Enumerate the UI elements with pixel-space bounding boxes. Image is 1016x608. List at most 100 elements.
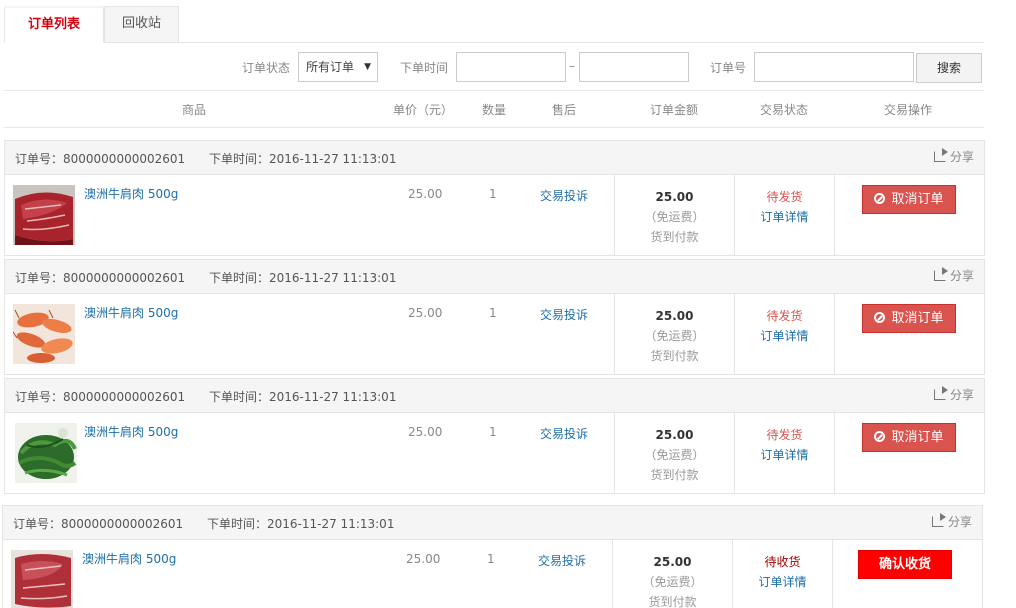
cancel-order-label: 取消订单 xyxy=(891,311,944,326)
complaint-link[interactable]: 交易投诉 xyxy=(538,552,586,569)
ban-icon xyxy=(874,193,886,204)
order-header: 订单号：8000000000002601 下单时间：2016-11-27 11:… xyxy=(3,506,982,540)
cancel-order-label: 取消订单 xyxy=(891,430,944,445)
product-name-link[interactable]: 澳洲牛肩肉 500g xyxy=(84,185,178,202)
payment-method: 货到付款 xyxy=(650,230,699,244)
status-cell: 待发货 订单详情 xyxy=(735,175,835,255)
share-button[interactable]: 分享 xyxy=(933,267,974,284)
share-label: 分享 xyxy=(949,150,974,164)
order-row: 澳洲牛肩肉 500g 25.00 1 交易投诉 25.00 （免运费） 货到付款… xyxy=(5,175,984,255)
status-cell: 待发货 订单详情 xyxy=(735,413,835,493)
order-header: 订单号：8000000000002601 下单时间：2016-11-27 11:… xyxy=(5,260,984,294)
order-no-input[interactable] xyxy=(754,52,914,82)
ban-icon xyxy=(874,431,886,442)
payment-method: 货到付款 xyxy=(650,349,699,363)
cancel-order-button[interactable]: 取消订单 xyxy=(862,185,956,214)
order-number: 订单号：8000000000002601 xyxy=(15,152,186,166)
share-icon xyxy=(933,267,948,281)
share-icon xyxy=(931,513,946,527)
share-label: 分享 xyxy=(949,388,974,402)
order-amount: 25.00 xyxy=(653,555,692,569)
col-action: 交易操作 xyxy=(884,103,933,117)
tab-order-list[interactable]: 订单列表 xyxy=(4,6,104,43)
share-label: 分享 xyxy=(949,269,974,283)
status-badge: 待发货 xyxy=(766,428,803,442)
product-thumbnail-beef[interactable] xyxy=(11,550,73,608)
complaint-link[interactable]: 交易投诉 xyxy=(540,187,588,204)
product-thumbnail-greens[interactable] xyxy=(13,423,79,483)
col-price: 单价（元） xyxy=(393,103,454,117)
order-time: 下单时间：2016-11-27 11:13:01 xyxy=(209,390,397,404)
payment-method: 货到付款 xyxy=(648,595,697,608)
share-label: 分享 xyxy=(947,515,972,529)
order-number: 订单号：8000000000002601 xyxy=(15,390,186,404)
search-button[interactable]: 搜索 xyxy=(916,53,982,83)
share-button[interactable]: 分享 xyxy=(933,386,974,403)
status-select-value: 所有订单 xyxy=(306,60,355,74)
order-card: 订单号：8000000000002601 下单时间：2016-11-27 11:… xyxy=(4,259,985,375)
order-detail-link[interactable]: 订单详情 xyxy=(733,572,832,592)
product-thumbnail-shrimp[interactable] xyxy=(13,304,75,364)
order-row: 澳洲牛肩肉 500g 25.00 1 交易投诉 25.00 （免运费） 货到付款… xyxy=(5,294,984,374)
quantity: 1 xyxy=(487,552,495,566)
order-number: 订单号：8000000000002601 xyxy=(13,517,184,531)
share-button[interactable]: 分享 xyxy=(933,148,974,165)
order-detail-link[interactable]: 订单详情 xyxy=(735,207,834,227)
order-detail-link[interactable]: 订单详情 xyxy=(735,326,834,346)
share-icon xyxy=(933,148,948,162)
order-header: 订单号：8000000000002601 下单时间：2016-11-27 11:… xyxy=(5,379,984,413)
complaint-link[interactable]: 交易投诉 xyxy=(540,425,588,442)
product-name-link[interactable]: 澳洲牛肩肉 500g xyxy=(82,550,176,567)
order-amount: 25.00 xyxy=(655,309,694,323)
amount-cell: 25.00 （免运费） 货到付款 xyxy=(614,175,735,255)
ban-icon xyxy=(874,312,886,323)
date-range-dash: – xyxy=(569,59,575,73)
share-icon xyxy=(933,386,948,400)
order-time: 下单时间：2016-11-27 11:13:01 xyxy=(207,517,395,531)
status-filter-label: 订单状态 xyxy=(242,61,291,75)
cancel-order-label: 取消订单 xyxy=(891,192,944,207)
status-select[interactable]: 所有订单 ▼ xyxy=(298,52,378,82)
order-amount: 25.00 xyxy=(655,190,694,204)
order-header: 订单号：8000000000002601 下单时间：2016-11-27 11:… xyxy=(5,141,984,175)
cancel-order-button[interactable]: 取消订单 xyxy=(862,423,956,452)
unit-price: 25.00 xyxy=(406,552,441,566)
confirm-receipt-button[interactable]: 确认收货 xyxy=(858,550,952,579)
order-card: 订单号：8000000000002601 下单时间：2016-11-27 11:… xyxy=(4,378,985,494)
date-from-input[interactable] xyxy=(456,52,566,82)
col-status: 交易状态 xyxy=(760,103,809,117)
shipping-note: （免运费） xyxy=(644,329,705,343)
share-button[interactable]: 分享 xyxy=(931,513,972,530)
unit-price: 25.00 xyxy=(408,425,443,439)
order-amount: 25.00 xyxy=(655,428,694,442)
product-name-link[interactable]: 澳洲牛肩肉 500g xyxy=(84,304,178,321)
date-to-input[interactable] xyxy=(579,52,689,82)
status-cell: 待收货 订单详情 xyxy=(733,540,833,608)
tab-recycle-bin[interactable]: 回收站 xyxy=(104,6,179,43)
col-amount: 订单金额 xyxy=(650,103,699,117)
order-card: 订单号：8000000000002601 下单时间：2016-11-27 11:… xyxy=(2,505,983,608)
product-thumbnail-beef[interactable] xyxy=(13,185,75,245)
tab-bar: 订单列表 回收站 xyxy=(4,6,984,43)
col-qty: 数量 xyxy=(482,103,507,117)
order-time: 下单时间：2016-11-27 11:13:01 xyxy=(209,271,397,285)
shipping-note: （免运费） xyxy=(644,210,705,224)
quantity: 1 xyxy=(489,425,497,439)
col-aftersale: 售后 xyxy=(552,103,577,117)
cancel-order-button[interactable]: 取消订单 xyxy=(862,304,956,333)
quantity: 1 xyxy=(489,306,497,320)
status-badge: 待收货 xyxy=(764,555,801,569)
amount-cell: 25.00 （免运费） 货到付款 xyxy=(612,540,733,608)
status-badge: 待发货 xyxy=(766,190,803,204)
order-row: 澳洲牛肩肉 500g 25.00 1 交易投诉 25.00 （免运费） 货到付款… xyxy=(3,540,982,608)
order-detail-link[interactable]: 订单详情 xyxy=(735,445,834,465)
status-cell: 待发货 订单详情 xyxy=(735,294,835,374)
amount-cell: 25.00 （免运费） 货到付款 xyxy=(614,294,735,374)
product-name-link[interactable]: 澳洲牛肩肉 500g xyxy=(84,423,178,440)
quantity: 1 xyxy=(489,187,497,201)
unit-price: 25.00 xyxy=(408,306,443,320)
order-number: 订单号：8000000000002601 xyxy=(15,271,186,285)
shipping-note: （免运费） xyxy=(642,575,703,589)
order-card: 订单号：8000000000002601 下单时间：2016-11-27 11:… xyxy=(4,140,985,256)
complaint-link[interactable]: 交易投诉 xyxy=(540,306,588,323)
